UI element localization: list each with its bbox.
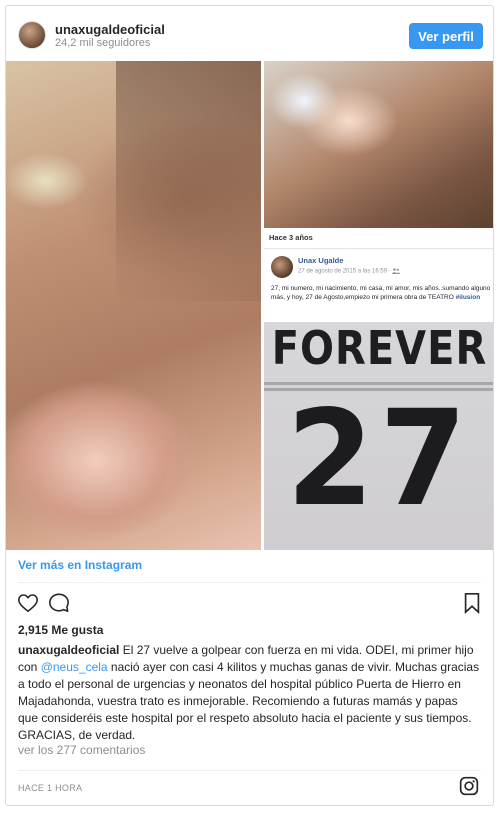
photo-father-newborn bbox=[6, 61, 261, 550]
caption-username[interactable]: unaxugaldeoficial bbox=[18, 643, 119, 657]
username[interactable]: unaxugaldeoficial bbox=[55, 22, 165, 37]
photo-jersey: FOREVER 27 bbox=[264, 322, 493, 550]
instagram-embed-card: unaxugaldeoficial 24,2 mil seguidores Ve… bbox=[5, 5, 494, 806]
post-media[interactable]: Hace 3 años Unax Ugalde 27 de agosto de … bbox=[6, 61, 493, 550]
instagram-logo-icon[interactable] bbox=[459, 776, 479, 796]
post-caption: unaxugaldeoficial El 27 vuelve a golpear… bbox=[18, 642, 480, 744]
post-timestamp: HACE 1 HORA bbox=[18, 783, 83, 793]
bookmark-icon[interactable] bbox=[462, 592, 482, 614]
like-count[interactable]: 2,915 Me gusta bbox=[18, 623, 103, 637]
divider bbox=[18, 770, 481, 771]
view-profile-button[interactable]: Ver perfil bbox=[409, 23, 483, 49]
post-header: unaxugaldeoficial 24,2 mil seguidores Ve… bbox=[6, 6, 493, 61]
jersey-number: 27 bbox=[286, 382, 473, 536]
fb-hashtag: #ilusion bbox=[455, 294, 481, 301]
fb-avatar bbox=[271, 256, 293, 278]
view-comments-link[interactable]: ver los 277 comentarios bbox=[18, 743, 145, 757]
caption-mention[interactable]: @neus_cela bbox=[41, 660, 108, 674]
friends-icon bbox=[392, 268, 401, 274]
fb-date: 27 de agosto de 2015 a las 16:59 · bbox=[298, 268, 401, 275]
action-bar bbox=[6, 586, 493, 622]
fb-author: Unax Ugalde bbox=[298, 256, 344, 265]
facebook-memory-panel: Hace 3 años Unax Ugalde 27 de agosto de … bbox=[264, 228, 493, 322]
follower-count: 24,2 mil seguidores bbox=[55, 37, 151, 49]
comment-icon[interactable] bbox=[48, 592, 70, 614]
heart-icon[interactable] bbox=[17, 592, 39, 614]
view-more-on-instagram-link[interactable]: Ver más en Instagram bbox=[18, 558, 142, 572]
memory-label: Hace 3 años bbox=[269, 233, 313, 242]
photo-mother-newborn bbox=[264, 61, 493, 228]
avatar[interactable] bbox=[18, 21, 46, 49]
fb-date-text: 27 de agosto de 2015 a las 16:59 · bbox=[298, 268, 393, 275]
fb-post-text: 27, mi numero, mi nacimiento, mi casa, m… bbox=[271, 285, 491, 301]
jersey-word: FOREVER bbox=[271, 322, 488, 376]
divider bbox=[18, 582, 481, 583]
